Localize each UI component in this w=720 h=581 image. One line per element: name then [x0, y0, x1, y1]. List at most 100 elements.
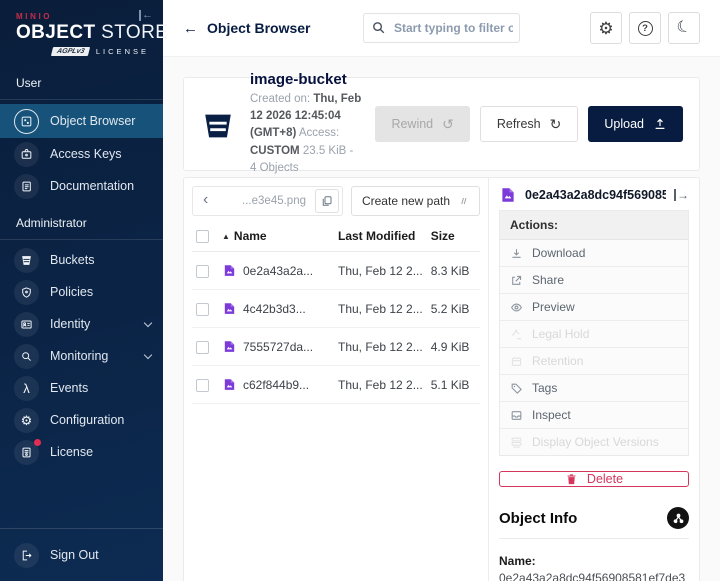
action-retention: Retention: [500, 348, 688, 375]
selected-object-name: 0e2a43a2a8dc94f5690858...: [525, 188, 666, 202]
actions-label: Actions:: [500, 211, 688, 240]
select-all-checkbox[interactable]: [196, 230, 209, 243]
events-lambda-icon: λ: [14, 376, 39, 401]
sidebar-item-label: Monitoring: [50, 349, 108, 363]
row-checkbox[interactable]: [196, 265, 209, 278]
sign-out-button[interactable]: Sign Out: [0, 535, 163, 575]
refresh-button[interactable]: Refresh ↻: [480, 106, 579, 142]
sidebar-item-label: Identity: [50, 317, 90, 331]
column-header-last-modified[interactable]: Last Modified: [334, 220, 427, 252]
sidebar-item-label: Policies: [50, 285, 93, 299]
sidebar-section-user: User: [0, 62, 163, 100]
object-modified: Thu, Feb 12 2...: [334, 328, 427, 366]
bucket-icon: [200, 109, 236, 143]
row-checkbox[interactable]: [196, 303, 209, 316]
sidebar-item-identity[interactable]: Identity: [0, 308, 163, 340]
bucket-access-value: CUSTOM: [250, 145, 300, 157]
sidebar-item-object-browser[interactable]: Object Browser: [0, 104, 163, 138]
sign-out-icon: [14, 543, 39, 568]
chevron-down-icon: [144, 350, 152, 358]
license-line: AGPLv3 LICENSE: [16, 47, 149, 56]
minio-wordmark: MINIO: [16, 12, 149, 21]
bucket-header-card: image-bucket Created on: Thu, Feb 12 202…: [183, 77, 700, 171]
object-name-value: 0e2a43a2a8dc94f56908581ef7de3e45.png: [499, 570, 689, 581]
copy-icon: [321, 195, 333, 207]
action-preview[interactable]: Preview: [500, 294, 688, 321]
policies-shield-icon: [14, 280, 39, 305]
current-path: ...e3e45.png: [214, 195, 309, 207]
row-checkbox[interactable]: [196, 341, 209, 354]
sidebar-item-license[interactable]: License: [0, 436, 163, 468]
documentation-icon: [14, 174, 39, 199]
action-share[interactable]: Share: [500, 267, 688, 294]
bucket-meta: Created on: Thu, Feb 12 2026 12:45:04 (G…: [250, 91, 361, 177]
table-row[interactable]: c62f844b9... Thu, Feb 12 2... 5.1 KiB: [192, 366, 480, 404]
table-row[interactable]: 7555727da... Thu, Feb 12 2... 4.9 KiB: [192, 328, 480, 366]
image-file-icon: [499, 186, 517, 204]
settings-button[interactable]: ⚙: [590, 12, 622, 44]
action-inspect[interactable]: Inspect: [500, 402, 688, 429]
path-back-icon[interactable]: ‹: [203, 192, 208, 208]
filter-objects-input[interactable]: [363, 13, 520, 43]
copy-path-button[interactable]: [315, 189, 339, 213]
object-name: 4c42b3d3...: [243, 302, 306, 316]
row-checkbox[interactable]: [196, 379, 209, 392]
monitoring-icon: [14, 344, 39, 369]
table-row[interactable]: 4c42b3d3... Thu, Feb 12 2... 5.2 KiB: [192, 290, 480, 328]
sidebar-item-access-keys[interactable]: Access Keys: [0, 138, 163, 170]
object-size: 5.1 KiB: [427, 366, 480, 404]
back-arrow-icon[interactable]: ←: [183, 21, 198, 36]
buckets-icon: [14, 248, 39, 273]
license-icon: [14, 440, 39, 465]
help-button[interactable]: ?: [629, 12, 661, 44]
configuration-gear-icon: ⚙: [14, 408, 39, 433]
object-size: 8.3 KiB: [427, 252, 480, 290]
bucket-name: image-bucket: [250, 71, 361, 88]
access-keys-icon: [14, 142, 39, 167]
upload-button[interactable]: Upload: [588, 106, 683, 142]
sidebar-item-monitoring[interactable]: Monitoring: [0, 340, 163, 372]
image-file-icon: [222, 339, 237, 354]
sidebar-item-label: Configuration: [50, 413, 124, 427]
object-browser-icon: [14, 109, 39, 134]
object-name: c62f844b9...: [243, 378, 309, 392]
sidebar-item-label: Events: [50, 381, 88, 395]
metadata-icon[interactable]: [667, 507, 689, 529]
sidebar-item-label: License: [50, 445, 93, 459]
table-row[interactable]: 0e2a43a2a... Thu, Feb 12 2... 8.3 KiB: [192, 252, 480, 290]
sidebar-item-label: Documentation: [50, 179, 134, 193]
object-modified: Thu, Feb 12 2...: [334, 366, 427, 404]
object-size: 4.9 KiB: [427, 328, 480, 366]
theme-toggle-button[interactable]: ☾: [668, 12, 700, 44]
column-header-size[interactable]: Size: [427, 220, 480, 252]
sidebar: ← MINIO OBJECT STORE AGPLv3 LICENSE User…: [0, 0, 163, 581]
sidebar-item-label: Object Browser: [50, 114, 135, 128]
action-download[interactable]: Download: [500, 240, 688, 267]
object-list-pane: ‹ ...e3e45.png Create new path: [184, 178, 489, 581]
create-path-icon: [457, 195, 469, 207]
sidebar-item-events[interactable]: λ Events: [0, 372, 163, 404]
sidebar-item-buckets[interactable]: Buckets: [0, 244, 163, 276]
sidebar-divider: [0, 528, 163, 529]
breadcrumb: ← Object Browser: [183, 20, 351, 36]
action-tags[interactable]: Tags: [500, 375, 688, 402]
product-name: OBJECT STORE: [16, 22, 149, 44]
inspect-icon: [510, 409, 523, 422]
sidebar-collapse-icon[interactable]: ←: [139, 10, 153, 21]
sidebar-item-policies[interactable]: Policies: [0, 276, 163, 308]
object-name-label: Name:: [499, 554, 689, 568]
sidebar-item-documentation[interactable]: Documentation: [0, 170, 163, 202]
retention-icon: [510, 355, 523, 368]
object-modified: Thu, Feb 12 2...: [334, 290, 427, 328]
sidebar-item-label: Buckets: [50, 253, 94, 267]
create-new-path-button[interactable]: Create new path: [351, 186, 480, 216]
object-name: 0e2a43a2a...: [243, 264, 313, 278]
sidebar-section-administrator: Administrator: [0, 202, 163, 240]
legal-hold-icon: [510, 328, 523, 341]
app-window: ← MINIO OBJECT STORE AGPLv3 LICENSE User…: [0, 0, 720, 581]
sidebar-item-configuration[interactable]: ⚙ Configuration: [0, 404, 163, 436]
divider: [499, 538, 689, 539]
close-panel-icon[interactable]: →: [674, 189, 689, 201]
column-header-name[interactable]: ▲Name: [218, 220, 334, 252]
delete-button[interactable]: Delete: [499, 471, 689, 487]
